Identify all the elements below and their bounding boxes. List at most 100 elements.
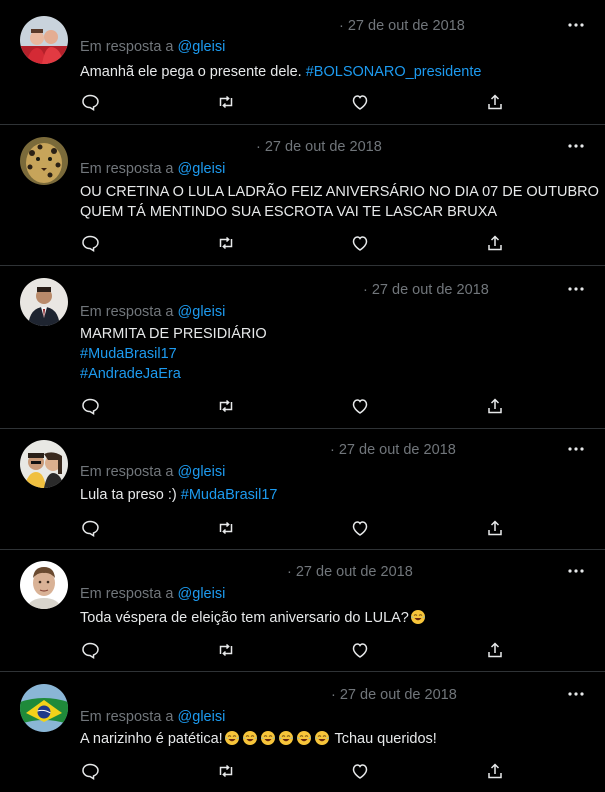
tweet-text-span: Lula ta preso :) <box>80 487 181 503</box>
share-icon[interactable] <box>485 233 505 253</box>
tweet[interactable]: · 27 de out de 2018 Em resposta a @gleis… <box>0 0 605 125</box>
avatar[interactable] <box>20 16 68 64</box>
reply-icon[interactable] <box>80 92 100 112</box>
avatar[interactable] <box>20 137 68 185</box>
more-dots-icon[interactable] <box>567 562 585 580</box>
like-heart-icon[interactable] <box>350 92 370 112</box>
retweet-icon[interactable] <box>216 233 236 253</box>
face-with-tears-of-joy-emoji <box>296 731 311 745</box>
tweet[interactable]: · 27 de out de 2018 Em resposta a @gleis… <box>0 550 605 672</box>
more-dots-icon[interactable] <box>567 280 585 298</box>
tweet-text: A narizinho é patética! Tchau queridos! <box>80 729 585 749</box>
tweet-text-line: OU CRETINA O LULA LADRÃO FEIZ ANIVERSÁRI… <box>80 184 599 200</box>
tweet[interactable]: · 27 de out de 2018 Em resposta a @gleis… <box>0 125 605 266</box>
tweet-text-span: Tchau queridos! <box>330 731 437 747</box>
emoji-group <box>223 731 331 747</box>
brazil-flag-avatar-icon <box>20 684 68 732</box>
share-icon[interactable] <box>485 640 505 660</box>
tweet-date[interactable]: · 27 de out de 2018 <box>256 139 382 155</box>
tweet-text: Toda véspera de eleição tem aniversario … <box>80 608 585 628</box>
reply-context: Em resposta a @gleisi <box>80 709 225 725</box>
reply-timeline: · 27 de out de 2018 Em resposta a @gleis… <box>0 0 605 792</box>
reply-handle-link[interactable]: @gleisi <box>178 709 226 725</box>
reply-context: Em resposta a @gleisi <box>80 464 225 480</box>
tweet-text: OU CRETINA O LULA LADRÃO FEIZ ANIVERSÁRI… <box>80 182 599 222</box>
reply-prefix: Em resposta a <box>80 464 174 480</box>
tweet[interactable]: · 27 de out de 2018 Em resposta a @gleis… <box>0 429 605 550</box>
reply-handle-link[interactable]: @gleisi <box>178 161 226 177</box>
more-dots-icon[interactable] <box>567 137 585 155</box>
avatar[interactable] <box>20 684 68 732</box>
tweet[interactable]: · 27 de out de 2018 Em resposta a @gleis… <box>0 672 605 792</box>
tweet-actions <box>80 396 510 416</box>
tweet-text: Lula ta preso :) #MudaBrasil17 <box>80 485 585 505</box>
reply-context: Em resposta a @gleisi <box>80 304 225 320</box>
avatar[interactable] <box>20 278 68 326</box>
like-heart-icon[interactable] <box>350 518 370 538</box>
reply-context: Em resposta a @gleisi <box>80 161 225 177</box>
share-icon[interactable] <box>485 92 505 112</box>
share-icon[interactable] <box>485 396 505 416</box>
leopard-avatar-icon <box>20 137 68 185</box>
reply-icon[interactable] <box>80 518 100 538</box>
tweet-date[interactable]: · 27 de out de 2018 <box>331 687 457 703</box>
two-people-red-avatar-icon <box>20 16 68 64</box>
like-heart-icon[interactable] <box>350 640 370 660</box>
man-portrait-avatar-icon <box>20 561 68 609</box>
face-with-tears-of-joy-emoji <box>314 731 329 745</box>
avatar[interactable] <box>20 561 68 609</box>
face-with-tears-of-joy-emoji <box>242 731 257 745</box>
reply-icon[interactable] <box>80 761 100 781</box>
tweet-date[interactable]: · 27 de out de 2018 <box>339 18 465 34</box>
tweet-text-span: Amanhã ele pega o presente dele. <box>80 64 306 80</box>
like-heart-icon[interactable] <box>350 761 370 781</box>
reply-prefix: Em resposta a <box>80 709 174 725</box>
share-icon[interactable] <box>485 518 505 538</box>
tweet-text-line: MARMITA DE PRESIDIÁRIO <box>80 326 267 342</box>
retweet-icon[interactable] <box>216 761 236 781</box>
tweet-text: Amanhã ele pega o presente dele. #BOLSON… <box>80 62 585 82</box>
reply-prefix: Em resposta a <box>80 39 174 55</box>
reply-icon[interactable] <box>80 233 100 253</box>
reply-handle-link[interactable]: @gleisi <box>178 464 226 480</box>
face-with-tears-of-joy-emoji <box>224 731 239 745</box>
reply-icon[interactable] <box>80 640 100 660</box>
face-with-tears-of-joy-emoji <box>278 731 293 745</box>
tweet-actions <box>80 518 510 538</box>
face-with-tears-of-joy-emoji <box>260 731 275 745</box>
reply-handle-link[interactable]: @gleisi <box>178 39 226 55</box>
retweet-icon[interactable] <box>216 640 236 660</box>
avatar[interactable] <box>20 440 68 488</box>
retweet-icon[interactable] <box>216 396 236 416</box>
tweet-date[interactable]: · 27 de out de 2018 <box>330 442 456 458</box>
reply-handle-link[interactable]: @gleisi <box>178 304 226 320</box>
more-dots-icon[interactable] <box>567 685 585 703</box>
tweet-actions <box>80 92 510 112</box>
more-dots-icon[interactable] <box>567 16 585 34</box>
like-heart-icon[interactable] <box>350 396 370 416</box>
tweet-actions <box>80 761 510 781</box>
tweet-date[interactable]: · 27 de out de 2018 <box>287 564 413 580</box>
retweet-icon[interactable] <box>216 92 236 112</box>
like-heart-icon[interactable] <box>350 233 370 253</box>
reply-prefix: Em resposta a <box>80 161 174 177</box>
tweet-actions <box>80 233 510 253</box>
reply-prefix: Em resposta a <box>80 304 174 320</box>
reply-handle-link[interactable]: @gleisi <box>178 586 226 602</box>
hashtag-link[interactable]: #MudaBrasil17 <box>80 346 177 362</box>
tweet-date[interactable]: · 27 de out de 2018 <box>363 282 489 298</box>
share-icon[interactable] <box>485 761 505 781</box>
tweet-actions <box>80 640 510 660</box>
hashtag-link[interactable]: #MudaBrasil17 <box>181 487 278 503</box>
more-dots-icon[interactable] <box>567 440 585 458</box>
reply-icon[interactable] <box>80 396 100 416</box>
tweet[interactable]: · 27 de out de 2018 Em resposta a @gleis… <box>0 266 605 429</box>
hashtag-link[interactable]: #AndradeJaEra <box>80 366 181 382</box>
tweet-text-span: A narizinho é patética! <box>80 731 223 747</box>
tweet-text-span: Toda véspera de eleição tem aniversario … <box>80 610 409 626</box>
reply-context: Em resposta a @gleisi <box>80 586 225 602</box>
face-with-tears-of-joy-emoji <box>410 610 425 624</box>
hashtag-link[interactable]: #BOLSONARO_presidente <box>306 64 482 80</box>
retweet-icon[interactable] <box>216 518 236 538</box>
reply-context: Em resposta a @gleisi <box>80 39 225 55</box>
